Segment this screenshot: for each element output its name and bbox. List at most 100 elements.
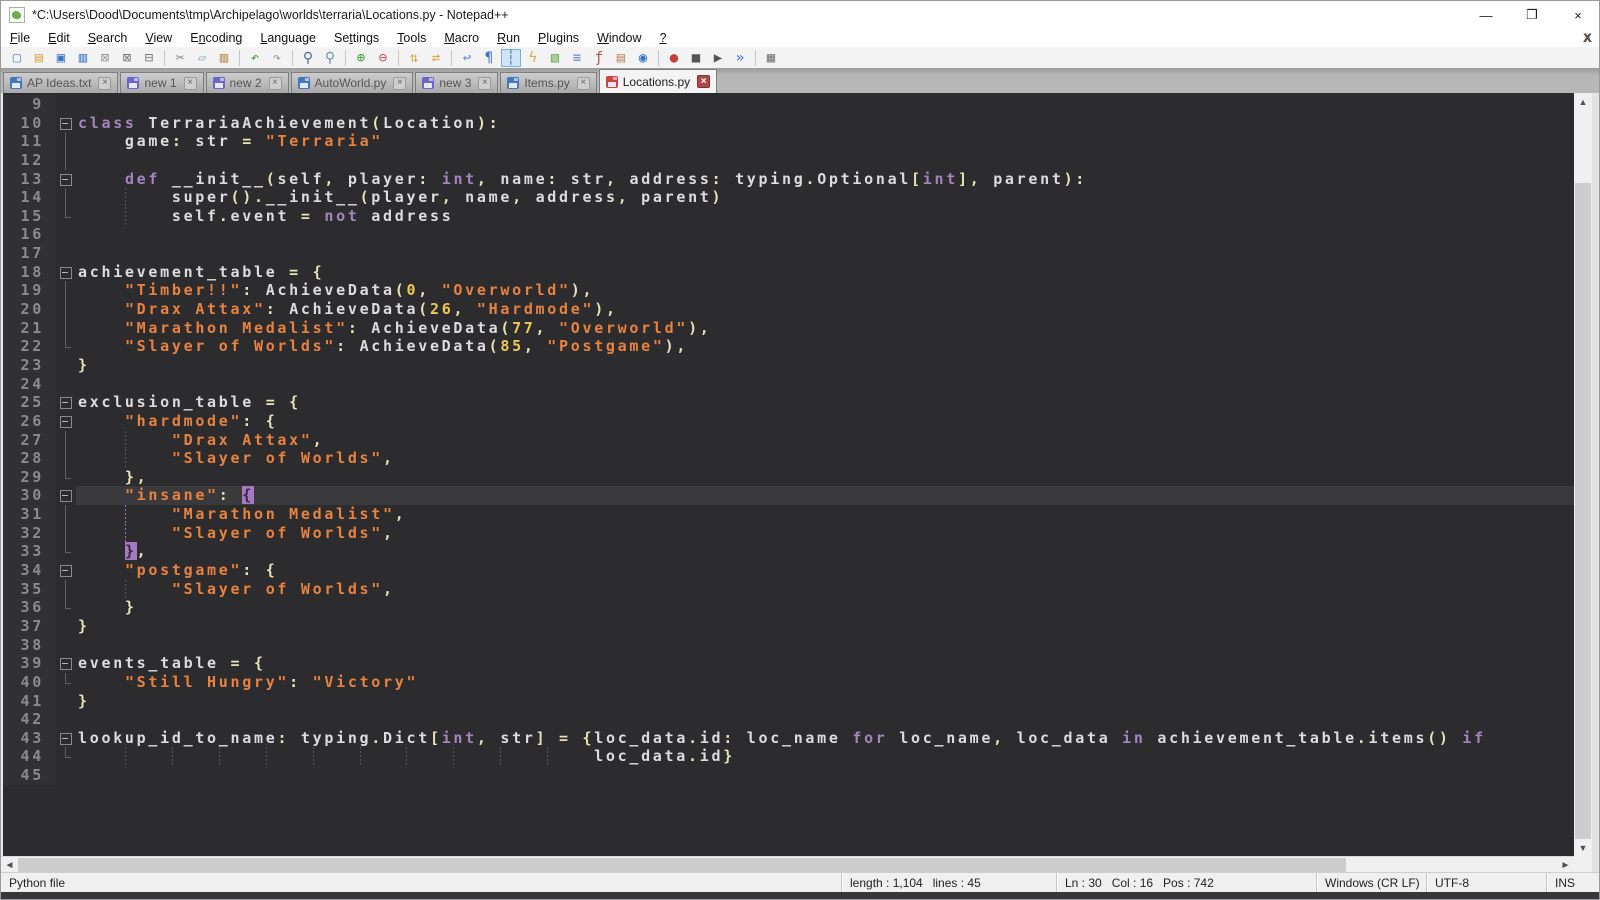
horizontal-scrollbar-thumb[interactable] — [18, 858, 1346, 872]
code-line-44[interactable]: 44 loc_data.id} — [3, 747, 1574, 766]
word-wrap-icon[interactable]: ↩ — [457, 49, 477, 67]
sync-vertical-icon[interactable]: ⇅ — [404, 49, 424, 67]
code-line-45[interactable]: 45 — [3, 766, 1574, 785]
tab-new-2[interactable]: new 2× — [206, 72, 289, 93]
code-line-35[interactable]: 35 "Slayer of Worlds", — [3, 580, 1574, 599]
paste-icon[interactable]: ▥ — [214, 49, 234, 67]
code-line-26[interactable]: 26 "hardmode": { — [3, 412, 1574, 431]
tab-autoworld-py[interactable]: AutoWorld.py× — [291, 72, 414, 93]
tab-close-icon[interactable]: × — [184, 77, 197, 90]
menu-item-settings[interactable]: Settings — [325, 30, 388, 46]
redo-icon[interactable]: ↷ — [267, 49, 287, 67]
cut-icon[interactable]: ✂ — [170, 49, 190, 67]
code-line-18[interactable]: 18achievement_table = { — [3, 263, 1574, 282]
code-line-14[interactable]: 14 super().__init__(player, name, addres… — [3, 188, 1574, 207]
undo-icon[interactable]: ↶ — [245, 49, 265, 67]
menu-item-window[interactable]: Window — [588, 30, 650, 46]
macro-stop-icon[interactable]: ■ — [686, 49, 706, 67]
code-editor[interactable]: 910class TerrariaAchievement(Location): 1… — [1, 93, 1574, 856]
code-line-43[interactable]: 43lookup_id_to_name: typing.Dict[int, st… — [3, 729, 1574, 748]
zoom-in-icon[interactable]: ⊕ — [351, 49, 371, 67]
status-insert-mode[interactable]: INS — [1546, 873, 1600, 893]
menu-item-tools[interactable]: Tools — [388, 30, 435, 46]
fold-collapse-icon[interactable] — [56, 729, 76, 748]
macro-run-multiple-icon[interactable]: » — [730, 49, 750, 67]
function-list-icon[interactable]: ƒ — [589, 49, 609, 67]
code-line-37[interactable]: 37} — [3, 617, 1574, 636]
tab-items-py[interactable]: Items.py× — [500, 72, 596, 93]
function-completion-icon[interactable]: ϟ — [523, 49, 543, 67]
code-line-33[interactable]: 33 }, — [3, 542, 1574, 561]
code-line-9[interactable]: 9 — [3, 95, 1574, 114]
tab-close-icon[interactable]: × — [577, 77, 590, 90]
code-line-24[interactable]: 24 — [3, 375, 1574, 394]
file-monitoring-icon[interactable]: ◉ — [633, 49, 653, 67]
code-line-10[interactable]: 10class TerrariaAchievement(Location): — [3, 114, 1574, 133]
vertical-scrollbar[interactable]: ▲ ▼ — [1574, 93, 1592, 856]
close-icon[interactable]: ⊠ — [95, 49, 115, 67]
code-line-36[interactable]: 36 } — [3, 598, 1574, 617]
copy-icon[interactable]: ▱ — [192, 49, 212, 67]
code-line-41[interactable]: 41} — [3, 692, 1574, 711]
new-file-icon[interactable]: ▢ — [7, 49, 27, 67]
code-line-21[interactable]: 21 "Marathon Medalist": AchieveData(77, … — [3, 319, 1574, 338]
code-line-39[interactable]: 39events_table = { — [3, 654, 1574, 673]
tab-close-icon[interactable]: × — [478, 77, 491, 90]
code-line-19[interactable]: 19 "Timber!!": AchieveData(0, "Overworld… — [3, 281, 1574, 300]
horizontal-scrollbar[interactable]: ◄ ► — [1, 856, 1574, 872]
zoom-out-icon[interactable]: ⊖ — [373, 49, 393, 67]
print-icon[interactable]: ⊟ — [139, 49, 159, 67]
menu-item-file[interactable]: File — [1, 30, 39, 46]
menu-item-view[interactable]: View — [136, 30, 181, 46]
restore-button[interactable]: ❐ — [1509, 1, 1555, 29]
menu-item-macro[interactable]: Macro — [435, 30, 488, 46]
code-line-31[interactable]: 31 "Marathon Medalist", — [3, 505, 1574, 524]
document-map-icon[interactable]: ▧ — [545, 49, 565, 67]
code-line-16[interactable]: 16 — [3, 225, 1574, 244]
vertical-scrollbar-thumb[interactable] — [1575, 183, 1591, 839]
status-encoding[interactable]: UTF-8 — [1426, 873, 1546, 893]
fold-collapse-icon[interactable] — [56, 393, 76, 412]
close-button[interactable]: × — [1555, 1, 1600, 29]
show-all-characters-icon[interactable]: ¶ — [479, 49, 499, 67]
menu-item-search[interactable]: Search — [79, 30, 137, 46]
code-line-34[interactable]: 34 "postgame": { — [3, 561, 1574, 580]
tab-new-1[interactable]: new 1× — [120, 72, 203, 93]
code-line-27[interactable]: 27 "Drax Attax", — [3, 431, 1574, 450]
close-all-icon[interactable]: ⊠ — [117, 49, 137, 67]
scroll-left-icon[interactable]: ◄ — [1, 857, 18, 873]
menu-item-[interactable]: ? — [651, 30, 676, 46]
code-line-38[interactable]: 38 — [3, 636, 1574, 655]
fold-collapse-icon[interactable] — [56, 170, 76, 189]
save-all-icon[interactable]: ▥ — [73, 49, 93, 67]
code-line-22[interactable]: 22 "Slayer of Worlds": AchieveData(85, "… — [3, 337, 1574, 356]
menu-item-run[interactable]: Run — [488, 30, 529, 46]
tab-close-icon[interactable]: × — [697, 75, 710, 88]
tab-new-3[interactable]: new 3× — [415, 72, 498, 93]
menu-item-edit[interactable]: Edit — [39, 30, 79, 46]
menu-item-plugins[interactable]: Plugins — [529, 30, 588, 46]
code-line-20[interactable]: 20 "Drax Attax": AchieveData(26, "Hardmo… — [3, 300, 1574, 319]
fold-collapse-icon[interactable] — [56, 114, 76, 133]
fold-collapse-icon[interactable] — [56, 654, 76, 673]
indent-guide-icon[interactable]: ┆ — [501, 49, 521, 67]
tab-close-icon[interactable]: × — [269, 77, 282, 90]
code-line-32[interactable]: 32 "Slayer of Worlds", — [3, 524, 1574, 543]
code-line-29[interactable]: 29 }, — [3, 468, 1574, 487]
replace-icon[interactable]: ⚲ — [320, 49, 340, 67]
code-line-17[interactable]: 17 — [3, 244, 1574, 263]
macro-save-icon[interactable]: ▦ — [761, 49, 781, 67]
code-line-12[interactable]: 12 — [3, 151, 1574, 170]
open-file-icon[interactable]: ▤ — [29, 49, 49, 67]
fold-collapse-icon[interactable] — [56, 263, 76, 282]
code-line-30[interactable]: 30 "insane": { — [3, 486, 1574, 505]
folder-as-workspace-icon[interactable]: ▤ — [611, 49, 631, 67]
code-line-28[interactable]: 28 "Slayer of Worlds", — [3, 449, 1574, 468]
scroll-up-icon[interactable]: ▲ — [1574, 93, 1592, 110]
close-document-icon[interactable]: X — [1583, 31, 1591, 45]
save-icon[interactable]: ▣ — [51, 49, 71, 67]
code-line-15[interactable]: 15 self.event = not address — [3, 207, 1574, 226]
code-line-23[interactable]: 23} — [3, 356, 1574, 375]
scroll-down-icon[interactable]: ▼ — [1574, 839, 1592, 856]
document-list-icon[interactable]: ≡ — [567, 49, 587, 67]
